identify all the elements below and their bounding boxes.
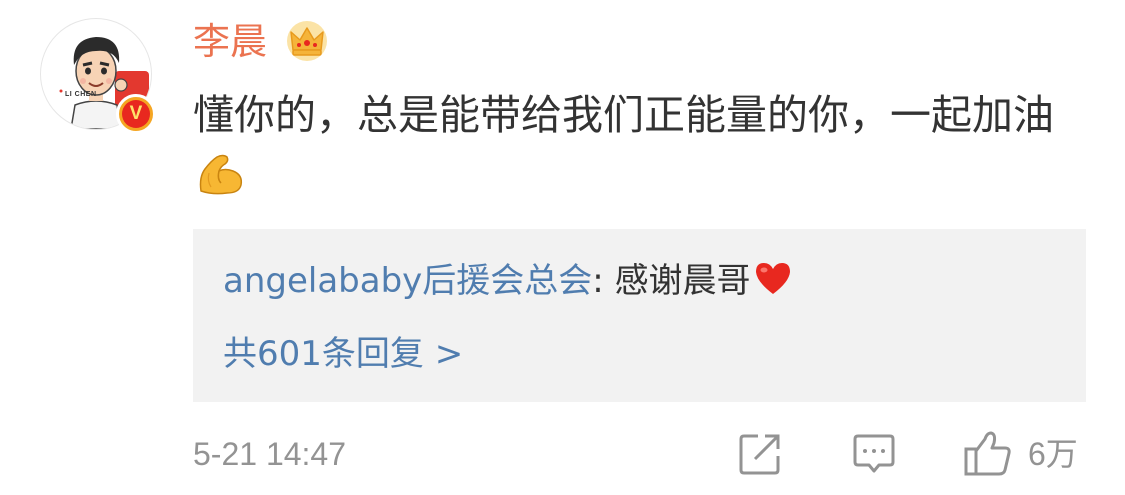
comment-text: 懂你的，总是能带给我们正能量的你，一起加油 [193,84,1063,208]
like-count: 6万 [1028,436,1078,472]
avatar[interactable]: LI CHEN V [40,18,156,134]
share-icon[interactable] [738,432,782,476]
crown-icon [287,21,327,61]
username-link[interactable]: 李晨 [193,18,267,66]
reply-count-link[interactable]: 共601条回复 > [223,328,463,380]
comment-timestamp: 5-21 14:47 [193,436,347,472]
reply-author-link[interactable]: angelababy后援会总会 [223,261,592,301]
reply-content: 感谢晨哥 [614,261,751,301]
heart-emoji-icon [755,263,790,294]
muscle-emoji-icon [199,154,243,195]
verified-badge-icon: V [116,94,156,134]
thumbs-up-icon[interactable] [963,429,1013,477]
verified-badge-letter: V [122,100,150,128]
reply-separator: : [592,261,615,301]
reply-preview[interactable]: angelababy后援会总会: 感谢晨哥 共601条回复 > [193,229,1086,402]
comment-icon[interactable] [852,432,896,476]
avatar-label: LI CHEN [65,91,97,98]
comment-text-content: 懂你的，总是能带给我们正能量的你，一起加油 [193,91,1054,139]
reply-line: angelababy后援会总会: 感谢晨哥 [223,255,793,307]
